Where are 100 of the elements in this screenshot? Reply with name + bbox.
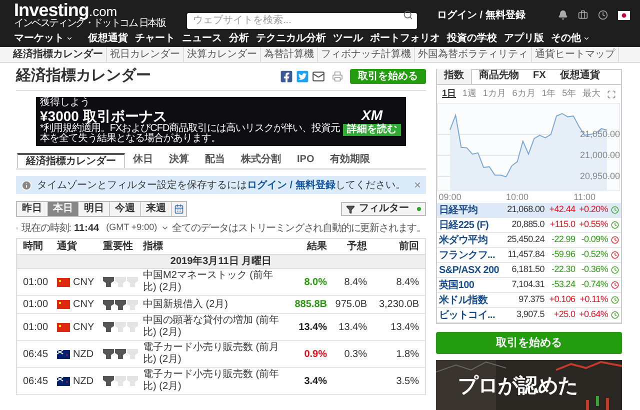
nav-item[interactable]: 分析 xyxy=(229,31,249,46)
period-button[interactable]: 1カ月 xyxy=(482,87,506,101)
nav-item[interactable]: 投資の学校 xyxy=(447,31,497,46)
calendar-tab[interactable]: 決算 xyxy=(161,153,197,168)
trade-button[interactable]: 取引を始める xyxy=(350,69,426,84)
nav-item[interactable]: ポートフォリオ xyxy=(370,31,440,46)
x-tick-label: 10:00 xyxy=(505,192,530,202)
subnav-link[interactable]: 祝日カレンダー xyxy=(107,47,184,62)
flag-icon[interactable] xyxy=(618,10,630,20)
calendar-icon[interactable] xyxy=(172,202,186,216)
calendar-tab[interactable]: IPO xyxy=(289,153,322,168)
calendar-tab[interactable]: 経済指標カレンダー xyxy=(17,153,125,168)
nav-item[interactable]: その他 xyxy=(551,31,590,46)
market-tab[interactable]: 指数 xyxy=(437,69,472,84)
market-tab[interactable]: FX xyxy=(526,69,553,84)
day-button[interactable]: 昨日 xyxy=(17,202,48,216)
subnav-link[interactable]: 通貨ヒートマップ xyxy=(532,47,619,62)
logo[interactable]: Investing xyxy=(14,1,89,19)
market-name[interactable]: 日経平均 xyxy=(439,202,505,218)
market-name[interactable]: 米ドル指数 xyxy=(439,292,505,308)
market-price: 6,181.50 xyxy=(510,263,544,276)
forecast-cell-text: 975.0B xyxy=(334,298,367,312)
filter-button[interactable]: フィルター xyxy=(341,202,426,216)
nav-item[interactable]: チャート xyxy=(135,31,175,46)
subnav-link[interactable]: 為替計算機 xyxy=(261,47,318,62)
market-name[interactable]: 英国100 xyxy=(439,278,505,292)
ad-banner[interactable]: 獲得しよう ¥3000 取引ボーナス *利用規約適用。FXおよびCFD商品取引には高いリスクが伴い、投資元本を全て失う結果となる場合があります。 XM 詳細を読む xyxy=(36,97,406,146)
trade-button[interactable]: 取引を始める xyxy=(436,332,622,354)
indicator-cell[interactable]: 中国の顕著な貸付の増加 (前年比) (2月) xyxy=(143,315,287,339)
market-row[interactable]: 日経225 (F) 20,885.0 +115.0 +0.55% xyxy=(437,218,621,233)
market-price: 20,885.0 xyxy=(510,218,544,232)
market-name[interactable]: S&P/ASX 200 xyxy=(439,262,505,278)
calendar-tab[interactable]: 株式分割 xyxy=(233,153,289,168)
ad-offer: ¥3000 取引ボーナス xyxy=(40,108,167,124)
calendar-tab[interactable]: 有効期限 xyxy=(322,153,378,168)
search-field[interactable]: ウェブサイトを検索... xyxy=(187,12,417,28)
market-name[interactable]: ビットコイ... xyxy=(439,308,505,322)
market-name[interactable]: 米ダウ平均 xyxy=(439,232,505,248)
day-button[interactable]: 来週 xyxy=(141,202,172,216)
nav-item[interactable]: ニュース xyxy=(182,31,222,46)
filter-icon xyxy=(346,204,355,214)
logo-suffix[interactable]: .com xyxy=(88,5,118,18)
period-button[interactable]: 6カ月 xyxy=(512,87,536,101)
market-row[interactable]: 米ダウ平均 25,450.24 -22.99 -0.09% xyxy=(437,233,621,248)
market-name[interactable]: 日経225 (F) xyxy=(439,218,505,232)
period-button[interactable]: 1年 xyxy=(542,87,556,101)
market-row[interactable]: ビットコイ... 3,907.5 +25.0 +0.64% xyxy=(437,308,621,323)
column-header: 前回 xyxy=(398,240,419,254)
calendar-tab[interactable]: 休日 xyxy=(125,153,161,168)
nav-item[interactable]: ツール xyxy=(333,31,363,46)
day-button[interactable]: 今週 xyxy=(110,202,141,216)
period-button[interactable]: 1日 xyxy=(442,87,456,101)
subnav-link[interactable]: 決算カレンダー xyxy=(184,47,261,62)
indicator-cell[interactable]: 電子カード小売り販売数 (前月比) (2月) xyxy=(143,342,287,366)
bull-icon xyxy=(127,322,138,332)
bull-icon xyxy=(115,300,126,310)
market-tab[interactable]: 仮想通貨 xyxy=(552,69,607,84)
column-header: 予想 xyxy=(346,240,367,254)
nav-item[interactable]: アプリ版 xyxy=(504,31,544,46)
calendar-tab[interactable]: 配当 xyxy=(197,153,233,168)
y-tick-label: 20,950.00 xyxy=(580,171,620,182)
market-row[interactable]: 英国100 7,104.31 -53.24 -0.74% xyxy=(437,278,621,293)
login-link[interactable]: ログイン / 無料登録 xyxy=(437,8,526,22)
column-header: 通貨 xyxy=(57,240,78,254)
subnav-link[interactable]: 外国為替ボラティリティ xyxy=(415,47,532,62)
market-row[interactable]: 米ドル指数 97.375 +0.106 +0.11% xyxy=(437,293,621,308)
indicator-cell[interactable]: 中国新規借入 (2月) xyxy=(143,298,287,310)
bull-icon xyxy=(115,322,126,332)
promo-banner[interactable]: プロが認めた xyxy=(436,360,622,410)
clock-icon[interactable] xyxy=(598,10,608,20)
timezone-selector[interactable]: (GMT +9:00) xyxy=(106,221,170,235)
indicator-cell[interactable]: 電子カード小売り販売数 (前年比) (2月) xyxy=(143,369,287,393)
period-button[interactable]: 1週 xyxy=(462,87,476,101)
nav-item[interactable]: 仮想通貨 xyxy=(88,31,128,46)
login-link[interactable]: ログイン / 無料登録 xyxy=(247,180,336,190)
search-icon[interactable] xyxy=(403,10,413,20)
indicator-cell[interactable]: 中国M2マネーストック (前年比) (2月) xyxy=(143,270,287,294)
subnav-link[interactable]: 経済指標カレンダー xyxy=(10,47,107,62)
facebook-icon[interactable] xyxy=(280,70,293,83)
day-button[interactable]: 本日 xyxy=(48,202,79,216)
mail-icon[interactable] xyxy=(312,70,325,83)
period-button[interactable]: 最大 xyxy=(582,87,601,101)
period-button[interactable]: 5年 xyxy=(562,87,576,101)
market-tab[interactable]: 商品先物 xyxy=(472,69,526,84)
briefcase-icon[interactable] xyxy=(578,10,588,20)
day-button[interactable]: 明日 xyxy=(79,202,110,216)
market-row[interactable]: 日経平均 21,068.00 +42.44 +0.20% xyxy=(437,203,621,218)
column-header: 時間 xyxy=(23,240,44,254)
bell-icon[interactable] xyxy=(558,10,568,20)
forecast-cell-text: 13.4% xyxy=(338,320,367,334)
market-row[interactable]: S&P/ASX 200 6,181.50 -22.30 -0.36% xyxy=(437,263,621,278)
market-name[interactable]: フランクフ... xyxy=(439,248,505,262)
expand-icon[interactable] xyxy=(606,90,616,98)
market-price: 7,104.31 xyxy=(510,278,544,292)
market-percent: -0.36% xyxy=(580,263,608,276)
subnav-link[interactable]: フィボナッチ計算機 xyxy=(318,47,415,62)
nav-item[interactable]: マーケット xyxy=(14,31,73,46)
market-row[interactable]: フランクフ... 11,457.84 -59.96 -0.52% xyxy=(437,248,621,263)
time-cell-text: 01:00 xyxy=(23,276,50,290)
nav-item[interactable]: テクニカル分析 xyxy=(256,31,326,46)
